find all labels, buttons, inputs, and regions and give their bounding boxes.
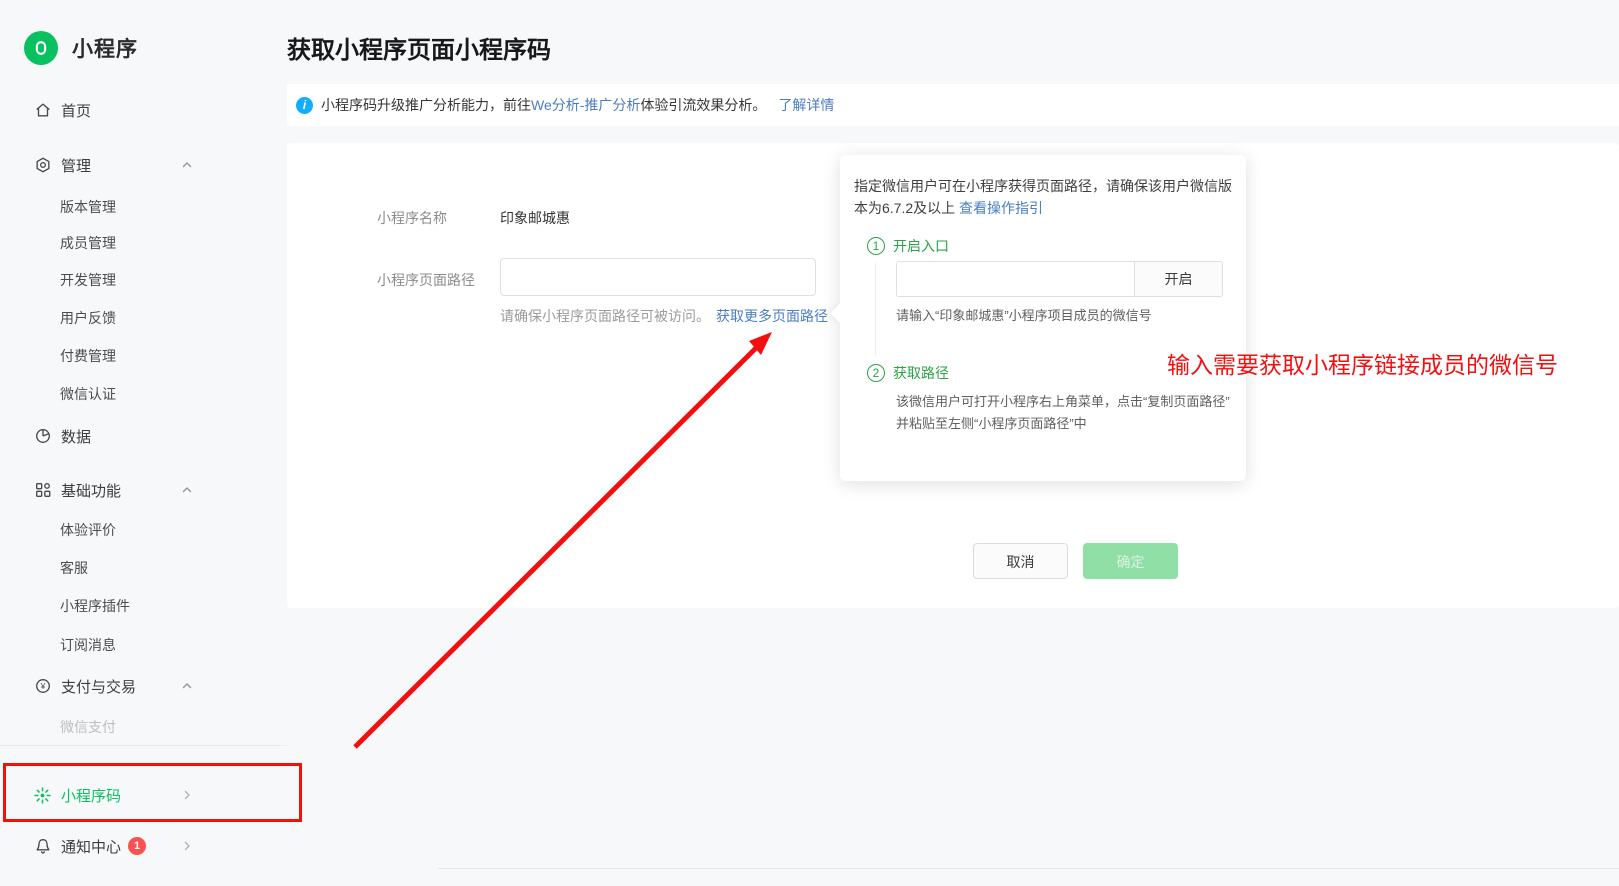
get-path-popover: 指定微信用户可在小程序获得页面路径，请确保该用户微信版本为6.7.2及以上 查看…: [840, 155, 1246, 481]
wechat-id-input-group: 开启: [896, 261, 1223, 297]
page-path-input[interactable]: [500, 258, 816, 296]
step-connector-line: [875, 263, 876, 355]
sidebar-item-member-manage[interactable]: 成员管理: [0, 227, 287, 259]
bottom-divider: [438, 868, 1619, 869]
mini-program-name-label: 小程序名称: [377, 208, 447, 228]
confirm-button[interactable]: 确定: [1083, 543, 1178, 579]
step2-description: 该微信用户可打开小程序右上角菜单，点击“复制页面路径” 并粘贴至左侧“小程序页面…: [896, 391, 1240, 435]
chevron-right-icon: [180, 839, 194, 858]
sidebar-item-label: 体验评价: [60, 520, 116, 540]
page-title: 获取小程序页面小程序码: [287, 30, 551, 65]
banner-text-after: 体验引流效果分析。: [640, 97, 766, 113]
sidebar-item-payment-trade[interactable]: ¥ 支付与交易: [0, 670, 287, 702]
svg-text:¥: ¥: [39, 681, 45, 691]
info-icon: i: [296, 97, 313, 114]
step2-line2: 并粘贴至左侧“小程序页面路径”中: [896, 413, 1240, 435]
step1-title: 开启入口: [893, 236, 949, 256]
sidebar-item-experience-rating[interactable]: 体验评价: [0, 514, 287, 546]
mini-program-name-value: 印象邮城惠: [500, 208, 570, 228]
sidebar-item-dev-manage[interactable]: 开发管理: [0, 264, 287, 296]
sidebar-item-subscribe-message[interactable]: 订阅消息: [0, 629, 287, 661]
sidebar-item-label: 小程序插件: [60, 596, 130, 616]
sidebar-item-label: 用户反馈: [60, 308, 116, 328]
sidebar-item-basic-features[interactable]: 基础功能: [0, 474, 287, 506]
sidebar-item-version-manage[interactable]: 版本管理: [0, 191, 287, 223]
step1-number-icon: 1: [867, 237, 885, 255]
sidebar-item-data[interactable]: 数据: [0, 420, 287, 452]
page-path-helper: 请确保小程序页面路径可被访问。获取更多页面路径: [500, 306, 828, 326]
sidebar-item-label: 管理: [61, 155, 91, 176]
learn-more-link[interactable]: 了解详情: [778, 97, 834, 113]
app-title: 小程序: [72, 33, 138, 63]
step2-number-icon: 2: [867, 364, 885, 382]
annotation-highlight-rectangle: [3, 763, 302, 822]
sidebar-divider: [0, 745, 287, 746]
notification-badge: 1: [128, 837, 146, 855]
sidebar-item-label: 客服: [60, 558, 88, 578]
sidebar-item-label: 首页: [61, 100, 91, 121]
sidebar-item-home[interactable]: 首页: [0, 94, 287, 126]
sidebar: 小程序 首页 管理 版本管理: [0, 0, 287, 886]
sidebar-item-label: 基础功能: [61, 480, 121, 501]
yen-circle-icon: ¥: [33, 677, 52, 696]
open-entry-button[interactable]: 开启: [1134, 262, 1222, 296]
wechat-id-input[interactable]: [897, 262, 1134, 296]
step2-header: 2 获取路径: [867, 363, 949, 383]
sidebar-item-label: 付费管理: [60, 346, 116, 366]
sidebar-item-plugins[interactable]: 小程序插件: [0, 590, 287, 622]
sidebar-item-user-feedback[interactable]: 用户反馈: [0, 302, 287, 334]
step1-header: 1 开启入口: [867, 236, 949, 256]
bell-icon: [33, 837, 52, 856]
sidebar-item-label: 通知中心: [61, 836, 121, 857]
sidebar-item-label: 微信支付: [60, 717, 116, 737]
sidebar-item-label: 数据: [61, 426, 91, 447]
banner-text: 小程序码升级推广分析能力，前往We分析-推广分析体验引流效果分析。了解详情: [321, 95, 834, 115]
home-icon: [33, 101, 52, 120]
sidebar-item-label: 订阅消息: [60, 635, 116, 655]
miniprogram-logo-icon: [24, 31, 58, 65]
grid-icon: [33, 481, 52, 500]
sidebar-item-label: 版本管理: [60, 197, 116, 217]
sidebar-item-pay-manage[interactable]: 付费管理: [0, 340, 287, 372]
banner-text-before: 小程序码升级推广分析能力，前往: [321, 97, 531, 113]
step2-line1: 该微信用户可打开小程序右上角菜单，点击“复制页面路径”: [896, 391, 1240, 413]
page-path-label: 小程序页面路径: [377, 270, 475, 290]
popover-intro: 指定微信用户可在小程序获得页面路径，请确保该用户微信版本为6.7.2及以上 查看…: [854, 175, 1236, 219]
sidebar-item-customer-service[interactable]: 客服: [0, 552, 287, 584]
chevron-up-icon[interactable]: [180, 679, 194, 698]
cancel-button[interactable]: 取消: [973, 543, 1068, 579]
sidebar-item-label: 开发管理: [60, 270, 116, 290]
chevron-up-icon[interactable]: [180, 158, 194, 177]
app-window: 小程序 首页 管理 版本管理: [0, 0, 1619, 886]
step2-title: 获取路径: [893, 363, 949, 383]
sidebar-item-wechat-pay[interactable]: 微信支付: [0, 711, 287, 743]
sidebar-item-notification-center[interactable]: 通知中心 1: [0, 830, 287, 862]
pie-chart-icon: [33, 427, 52, 446]
step1-caption: 请输入“印象邮城惠”小程序项目成员的微信号: [896, 305, 1232, 324]
get-more-paths-link[interactable]: 获取更多页面路径: [716, 308, 828, 324]
view-guide-link[interactable]: 查看操作指引: [959, 200, 1043, 216]
app-logo: 小程序: [24, 31, 138, 65]
we-analysis-link[interactable]: We分析-推广分析: [531, 97, 640, 113]
manage-icon: [33, 156, 52, 175]
page-path-helper-text: 请确保小程序页面路径可被访问。: [500, 308, 710, 324]
sidebar-item-manage[interactable]: 管理: [0, 149, 287, 181]
sidebar-item-label: 微信认证: [60, 384, 116, 404]
sidebar-item-label: 成员管理: [60, 233, 116, 253]
annotation-note-text: 输入需要获取小程序链接成员的微信号: [1167, 346, 1558, 380]
sidebar-item-wechat-verify[interactable]: 微信认证: [0, 378, 287, 410]
sidebar-item-label: 支付与交易: [61, 676, 136, 697]
info-banner: i 小程序码升级推广分析能力，前往We分析-推广分析体验引流效果分析。了解详情: [287, 84, 1619, 126]
chevron-up-icon[interactable]: [180, 483, 194, 502]
